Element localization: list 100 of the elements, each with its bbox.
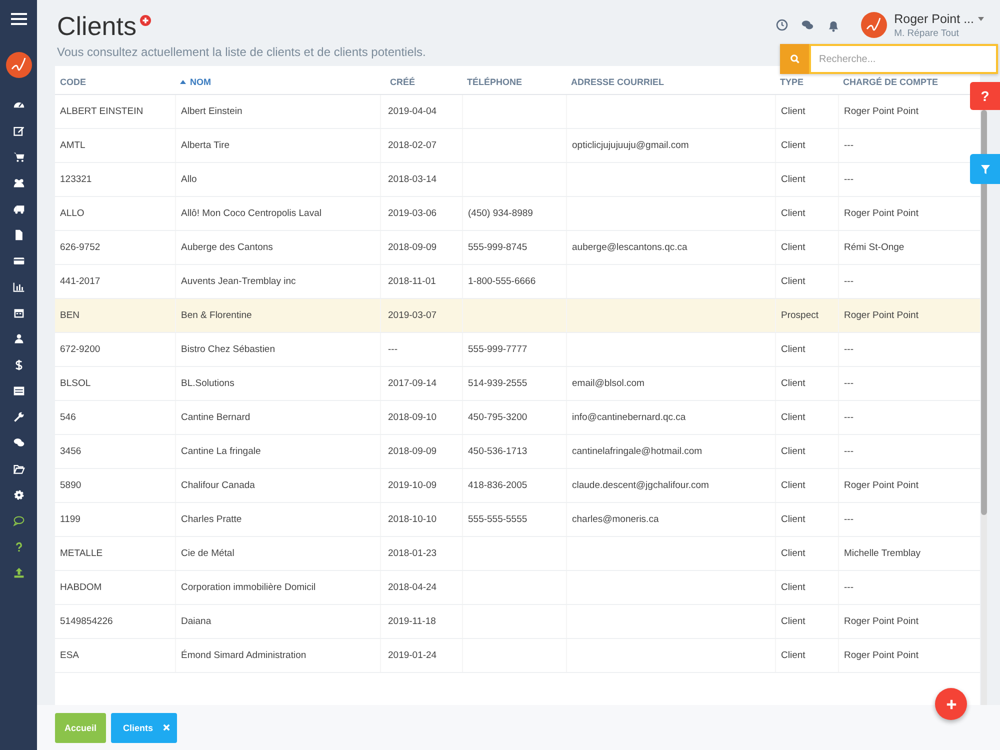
- table-cell: 2019-03-06: [388, 208, 437, 219]
- table-cell: Roger Point Point: [844, 616, 918, 627]
- table-cell: 2019-04-04: [388, 106, 437, 117]
- table-cell: Allo: [181, 174, 197, 185]
- table-cell: 514-939-2555: [468, 378, 528, 389]
- table-cell: Ben & Florentine: [181, 310, 252, 321]
- table-cell: Client: [781, 446, 806, 457]
- table-cell: charles@moneris.ca: [572, 514, 659, 525]
- table-row[interactable]: 5890 Chalifour Canada 2019-10-09 418-836-2005 claude.descent@jgchalifour.com Client Roger Point Point: [55, 469, 980, 503]
- table-cell: 450-536-1713: [468, 446, 528, 457]
- table-row[interactable]: ESA Émond Simard Administration 2019-01-24 Client Roger Point Point: [55, 639, 980, 673]
- table-cell: Client: [781, 208, 806, 219]
- company-name: M. Répare Tout: [894, 28, 960, 38]
- table-cell: Client: [781, 514, 806, 525]
- table-cell: Daiana: [181, 616, 212, 627]
- table-cell: Roger Point Point: [844, 208, 918, 219]
- table-cell: 2018-10-10: [388, 514, 437, 525]
- table-cell: Client: [781, 412, 806, 423]
- table-cell: Client: [781, 276, 806, 287]
- table-cell: Charles Pratte: [181, 514, 242, 525]
- table-cell: 555-555-5555: [468, 514, 528, 525]
- column-header[interactable]: CRÉÉ: [390, 77, 416, 87]
- table-row[interactable]: BEN Ben & Florentine 2019-03-07 Prospect Roger Point Point: [55, 299, 980, 333]
- page-title: Clients: [57, 12, 136, 40]
- table-row[interactable]: 5149854226 Daiana 2019-11-18 Client Roger Point Point: [55, 605, 980, 639]
- table-row[interactable]: 1199 Charles Pratte 2018-10-10 555-555-5555 charles@moneris.ca Client ---: [55, 503, 980, 537]
- table-cell: ALBERT EINSTEIN: [60, 106, 144, 117]
- table-cell: email@blsol.com: [572, 378, 644, 389]
- user-name[interactable]: Roger Point ...: [894, 12, 974, 26]
- table-cell: Client: [781, 378, 806, 389]
- table-cell: 2017-09-14: [388, 378, 437, 389]
- table-cell: Roger Point Point: [844, 650, 918, 661]
- table-cell: 2019-03-07: [388, 310, 437, 321]
- table-cell: 546: [60, 412, 76, 423]
- table-cell: 626-9752: [60, 242, 100, 253]
- table-cell: AMTL: [60, 140, 86, 151]
- table-cell: 2018-09-09: [388, 242, 437, 253]
- table-cell: Roger Point Point: [844, 480, 918, 491]
- table-row[interactable]: METALLE Cie de Métal 2018-01-23 Client Michelle Tremblay: [55, 537, 980, 571]
- table-cell: Client: [781, 650, 806, 661]
- table-cell: ---: [844, 276, 854, 287]
- table-cell: 2019-10-09: [388, 480, 437, 491]
- table-cell: 2018-09-09: [388, 446, 437, 457]
- help-tab[interactable]: ?: [970, 82, 1000, 110]
- table-cell: 1-800-555-6666: [468, 276, 536, 287]
- table-cell: 2018-01-23: [388, 548, 437, 559]
- table-cell: Client: [781, 616, 806, 627]
- table-cell: Michelle Tremblay: [844, 548, 921, 559]
- table-cell: Allô! Mon Coco Centropolis Laval: [181, 208, 322, 219]
- table-cell: ---: [844, 174, 854, 185]
- table-cell: ESA: [60, 650, 80, 661]
- table-cell: 2018-09-10: [388, 412, 437, 423]
- table-cell: 5149854226: [60, 616, 113, 627]
- table-cell: 555-999-8745: [468, 242, 528, 253]
- table-cell: ---: [844, 344, 854, 355]
- table-cell: auberge@lescantons.qc.ca: [572, 242, 688, 253]
- search-field[interactable]: Recherche...: [809, 44, 998, 74]
- table-cell: 2018-11-01: [388, 276, 436, 287]
- table-cell: 2018-04-24: [388, 582, 437, 593]
- table-row[interactable]: BLSOL BL.Solutions 2017-09-14 514-939-2555 email@blsol.com Client ---: [55, 367, 980, 401]
- table-cell: 672-9200: [60, 344, 100, 355]
- table-cell: ---: [844, 378, 854, 389]
- table-cell: 5890: [60, 480, 82, 491]
- column-header[interactable]: TYPE: [780, 77, 804, 87]
- table-cell: ---: [388, 344, 398, 355]
- column-header[interactable]: NOM: [190, 77, 211, 87]
- table-cell: BLSOL: [60, 378, 91, 389]
- table-cell: claude.descent@jgchalifour.com: [572, 480, 709, 491]
- table-row[interactable]: 626-9752 Auberge des Cantons 2018-09-09 555-999-8745 auberge@lescantons.qc.ca Client Rémi St-Onge: [55, 231, 980, 265]
- table-cell: Bistro Chez Sébastien: [181, 344, 275, 355]
- column-header[interactable]: ADRESSE COURRIEL: [571, 77, 664, 87]
- table-cell: 3456: [60, 446, 82, 457]
- table-row[interactable]: 546 Cantine Bernard 2018-09-10 450-795-3200 info@cantinebernard.qc.ca Client ---: [55, 401, 980, 435]
- table-cell: Client: [781, 174, 806, 185]
- table-cell: 2019-11-18: [388, 616, 436, 627]
- table-row[interactable]: HABDOM Corporation immobilière Domicil 2018-04-24 Client ---: [55, 571, 980, 605]
- table-cell: ---: [844, 446, 854, 457]
- table-cell: Client: [781, 140, 806, 151]
- table-row[interactable]: 672-9200 Bistro Chez Sébastien --- 555-999-7777 Client ---: [55, 333, 980, 367]
- table-cell: info@cantinebernard.qc.ca: [572, 412, 686, 423]
- table-row[interactable]: ALLO Allô! Mon Coco Centropolis Laval 2019-03-06 (450) 934-8989 Client Roger Point Point: [55, 197, 980, 231]
- table-cell: 2018-02-07: [388, 140, 437, 151]
- table-cell: 123321: [60, 174, 92, 185]
- table-cell: Émond Simard Administration: [181, 650, 306, 661]
- table-cell: METALLE: [60, 548, 103, 559]
- table-row[interactable]: 3456 Cantine La fringale 2018-09-09 450-536-1713 cantinelafringale@hotmail.com Client ---: [55, 435, 980, 469]
- table-cell: Cantine La fringale: [181, 446, 261, 457]
- table-cell: Auvents Jean-Tremblay inc: [181, 276, 296, 287]
- table-row[interactable]: AMTL Alberta Tire 2018-02-07 opticlicjujujuuju@gmail.com Client ---: [55, 129, 980, 163]
- table-cell: Rémi St-Onge: [844, 242, 904, 253]
- table-cell: BEN: [60, 310, 80, 321]
- table-cell: ---: [844, 412, 854, 423]
- column-header[interactable]: CHARGÉ DE COMPTE: [843, 77, 938, 87]
- table-cell: Alberta Tire: [181, 140, 230, 151]
- table-cell: Albert Einstein: [181, 106, 242, 117]
- table-cell: ---: [844, 514, 854, 525]
- column-header[interactable]: TÉLÉPHONE: [467, 77, 522, 87]
- table-cell: Cantine Bernard: [181, 412, 250, 423]
- table-cell: 1199: [60, 514, 80, 525]
- column-header[interactable]: CODE: [60, 77, 86, 87]
